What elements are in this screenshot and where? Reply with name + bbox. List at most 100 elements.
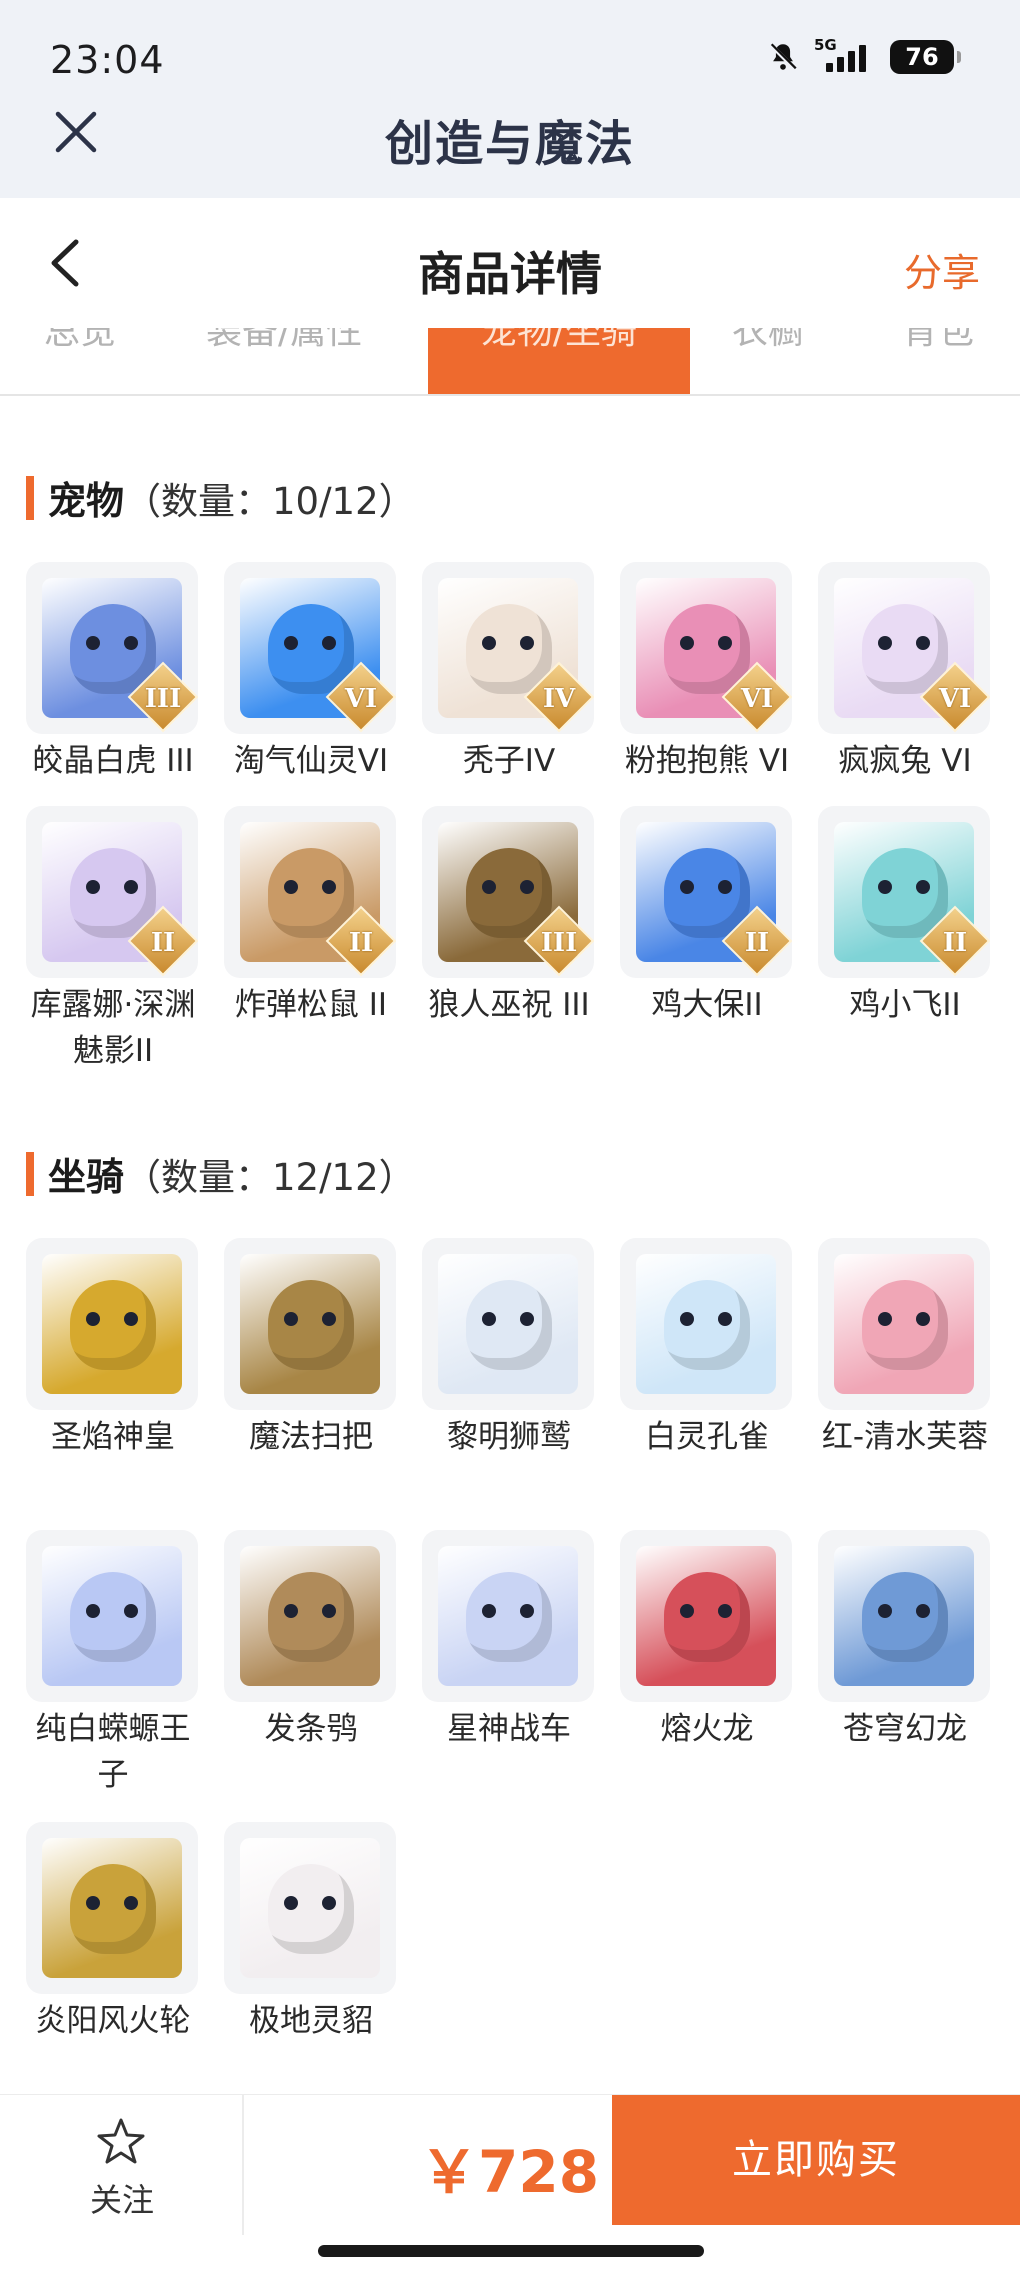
mounts-image	[438, 1254, 578, 1394]
tab-backpack[interactable]: 背包	[902, 328, 974, 394]
pets-thumbnail: II	[26, 806, 198, 978]
mounts-item[interactable]: 纯白蝾螈王子	[26, 1530, 200, 1798]
mounts-name: 发条鸮	[264, 1711, 358, 1747]
section-count: （数量：10/12）	[124, 479, 416, 523]
mounts-item[interactable]: 发条鸮	[224, 1530, 398, 1752]
mounts-item[interactable]: 星神战车	[422, 1530, 596, 1752]
pets-item[interactable]: III 皎晶白虎 III	[26, 562, 200, 784]
tab-equipment[interactable]: 装备/属性	[206, 328, 362, 394]
section-count: （数量：12/12）	[124, 1155, 416, 1199]
pets-thumbnail: II	[224, 806, 396, 978]
app-top-bar: 23:04 5G 76 创造与魔法	[0, 0, 1020, 198]
mounts-image	[438, 1546, 578, 1686]
rank-badge: II	[942, 928, 968, 958]
mounts-image	[834, 1254, 974, 1394]
bottom-action-bar: 关注 ￥728 立即购买	[0, 2094, 1020, 2270]
rank-badge: II	[150, 928, 176, 958]
tab-overview[interactable]: 总览	[44, 328, 116, 394]
pets-thumbnail: II	[620, 806, 792, 978]
follow-button[interactable]: 关注	[0, 2095, 244, 2235]
page-header: 商品详情 分享	[0, 198, 1020, 328]
tab-bar: 总览 装备/属性 宠物/坐骑 衣橱 背包	[0, 328, 1020, 396]
pets-name: 鸡大保II	[651, 987, 763, 1023]
mounts-name: 圣焰神皇	[51, 1419, 175, 1455]
pets-thumbnail: IV	[422, 562, 594, 734]
mounts-item[interactable]: 炎阳风火轮	[26, 1822, 200, 2044]
pets-name: 鸡小飞II	[849, 987, 961, 1023]
mounts-name: 熔火龙	[660, 1711, 754, 1747]
rank-badge: III	[540, 928, 578, 958]
pets-thumbnail: VI	[620, 562, 792, 734]
mounts-image	[834, 1546, 974, 1686]
mounts-thumbnail	[224, 1238, 396, 1410]
mounts-thumbnail	[620, 1238, 792, 1410]
pets-thumbnail: VI	[224, 562, 396, 734]
pets-item[interactable]: VI 粉抱抱熊 VI	[620, 562, 794, 784]
rank-badge: II	[348, 928, 374, 958]
pets-grid: III 皎晶白虎 III VI 淘气仙灵VI IV 秃子IV VI 粉抱抱熊 VI VI 疯疯兔 …	[26, 562, 996, 1082]
section-title: 宠物	[48, 479, 125, 523]
cellular-signal-icon: 5G	[814, 36, 876, 74]
mounts-item[interactable]: 熔火龙	[620, 1530, 794, 1752]
mounts-item[interactable]: 红-清水芙蓉	[818, 1238, 992, 1460]
pets-name: 疯疯兔 VI	[838, 743, 972, 779]
pets-item[interactable]: II 库露娜·深渊魅影II	[26, 806, 200, 1074]
pets-name: 库露娜·深渊魅影II	[30, 987, 196, 1069]
battery-icon: 76	[890, 40, 961, 74]
mounts-image	[240, 1838, 380, 1978]
mounts-thumbnail	[818, 1530, 990, 1702]
tab-pets-mounts[interactable]: 宠物/坐骑	[428, 328, 690, 394]
pets-item[interactable]: II 炸弹松鼠 II	[224, 806, 398, 1028]
mounts-name: 纯白蝾螈王子	[35, 1711, 191, 1793]
mounts-item[interactable]: 魔法扫把	[224, 1238, 398, 1460]
section-accent-bar	[26, 475, 34, 520]
section-accent-bar	[26, 1151, 34, 1196]
mounts-thumbnail	[818, 1238, 990, 1410]
mounts-thumbnail	[422, 1530, 594, 1702]
pets-name: 皎晶白虎 III	[32, 743, 194, 779]
mounts-item[interactable]: 圣焰神皇	[26, 1238, 200, 1460]
section-title: 坐骑	[48, 1155, 125, 1199]
mounts-name: 黎明狮鹫	[447, 1419, 571, 1455]
pets-item[interactable]: VI 淘气仙灵VI	[224, 562, 398, 784]
rank-badge: VI	[938, 684, 972, 714]
rank-badge: IV	[542, 684, 576, 714]
status-time: 23:04	[50, 38, 165, 82]
pets-item[interactable]: III 狼人巫祝 III	[422, 806, 596, 1028]
mounts-image	[42, 1546, 182, 1686]
mounts-item[interactable]: 极地灵貂	[224, 1822, 398, 2044]
mounts-image	[240, 1546, 380, 1686]
rank-badge: VI	[740, 684, 774, 714]
mounts-thumbnail	[26, 1530, 198, 1702]
mounts-thumbnail	[422, 1238, 594, 1410]
mounts-item[interactable]: 黎明狮鹫	[422, 1238, 596, 1460]
mounts-name: 极地灵貂	[249, 2003, 373, 2039]
pets-name: 秃子IV	[462, 743, 556, 779]
pets-name: 狼人巫祝 III	[428, 987, 590, 1023]
share-button[interactable]: 分享	[904, 242, 980, 297]
tab-wardrobe[interactable]: 衣橱	[732, 328, 804, 394]
bell-muted-icon	[768, 42, 798, 72]
mounts-image	[42, 1254, 182, 1394]
mounts-item[interactable]: 白灵孔雀	[620, 1238, 794, 1460]
mounts-name: 白灵孔雀	[645, 1419, 769, 1455]
mounts-item[interactable]: 苍穹幻龙	[818, 1530, 992, 1752]
status-icons: 5G 76	[766, 36, 961, 74]
pets-item[interactable]: IV 秃子IV	[422, 562, 596, 784]
app-title: 创造与魔法	[384, 116, 635, 172]
rank-badge: III	[144, 684, 182, 714]
pets-item[interactable]: VI 疯疯兔 VI	[818, 562, 992, 784]
price: ￥728	[420, 2138, 600, 2206]
pets-name: 炸弹松鼠 II	[234, 987, 388, 1023]
mounts-name: 星神战车	[447, 1711, 571, 1747]
pets-item[interactable]: II 鸡小飞II	[818, 806, 992, 1028]
buy-now-button[interactable]: 立即购买	[612, 2095, 1020, 2225]
pets-item[interactable]: II 鸡大保II	[620, 806, 794, 1028]
mounts-thumbnail	[26, 1238, 198, 1410]
pets-thumbnail: III	[422, 806, 594, 978]
mounts-grid: 圣焰神皇 魔法扫把 黎明狮鹫 白灵孔雀 红-清水芙蓉纯白蝾螈王子 发条鸮 星神战车 熔火龙 苍穹…	[26, 1238, 996, 2078]
pets-thumbnail: II	[818, 806, 990, 978]
mounts-thumbnail	[26, 1822, 198, 1994]
pets-name: 淘气仙灵VI	[233, 743, 389, 779]
rank-badge: VI	[344, 684, 378, 714]
